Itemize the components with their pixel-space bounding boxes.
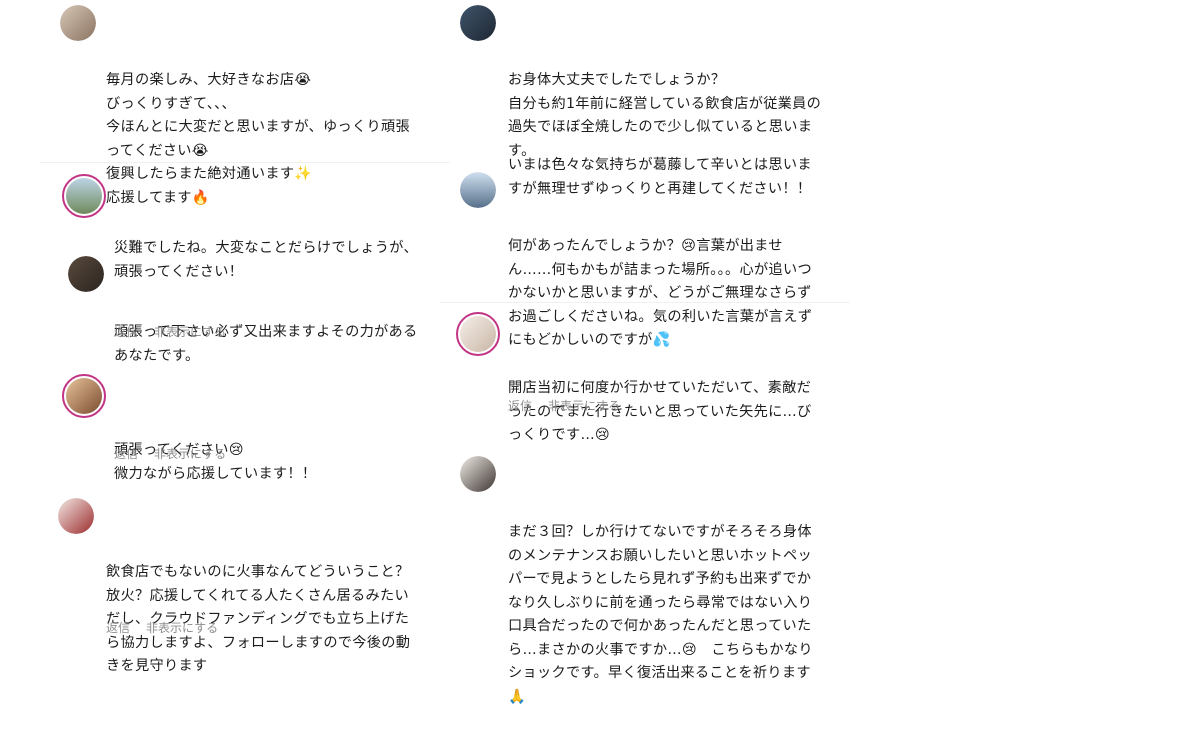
hide-button[interactable]: 非表示にする — [548, 399, 620, 413]
avatar[interactable] — [460, 5, 496, 41]
reply-button[interactable]: 返信 — [508, 399, 532, 413]
divider — [440, 302, 850, 303]
reply-button[interactable]: 返信 — [114, 325, 138, 339]
hide-button[interactable]: 非表示にする — [146, 621, 218, 635]
comment-text: 頑張ってください😢 微力ながら応援しています！！ — [114, 442, 317, 482]
hide-button[interactable]: 非表示にする — [154, 325, 226, 339]
divider — [40, 162, 450, 163]
avatar[interactable] — [58, 498, 94, 534]
comment-text: まだ３回？しか行けてないですがそろそろ身体 のメンテナンスお願いしたいと思いホット… — [508, 524, 813, 705]
comment-actions: 返信 非表示にする — [114, 323, 242, 340]
avatar[interactable] — [62, 374, 106, 418]
avatar[interactable] — [60, 5, 96, 41]
avatar[interactable] — [68, 256, 104, 292]
avatar[interactable] — [456, 312, 500, 356]
avatar[interactable] — [460, 172, 496, 208]
reply-button[interactable]: 返信 — [106, 621, 130, 635]
comment-actions: 返信 非表示にする — [114, 445, 242, 462]
comment-actions: 返信 非表示にする — [106, 619, 234, 636]
avatar[interactable] — [62, 174, 106, 218]
reply-button[interactable]: 返信 — [114, 447, 138, 461]
comment-actions: 返信 非表示にする — [508, 397, 636, 414]
avatar[interactable] — [460, 456, 496, 492]
hide-button[interactable]: 非表示にする — [154, 447, 226, 461]
